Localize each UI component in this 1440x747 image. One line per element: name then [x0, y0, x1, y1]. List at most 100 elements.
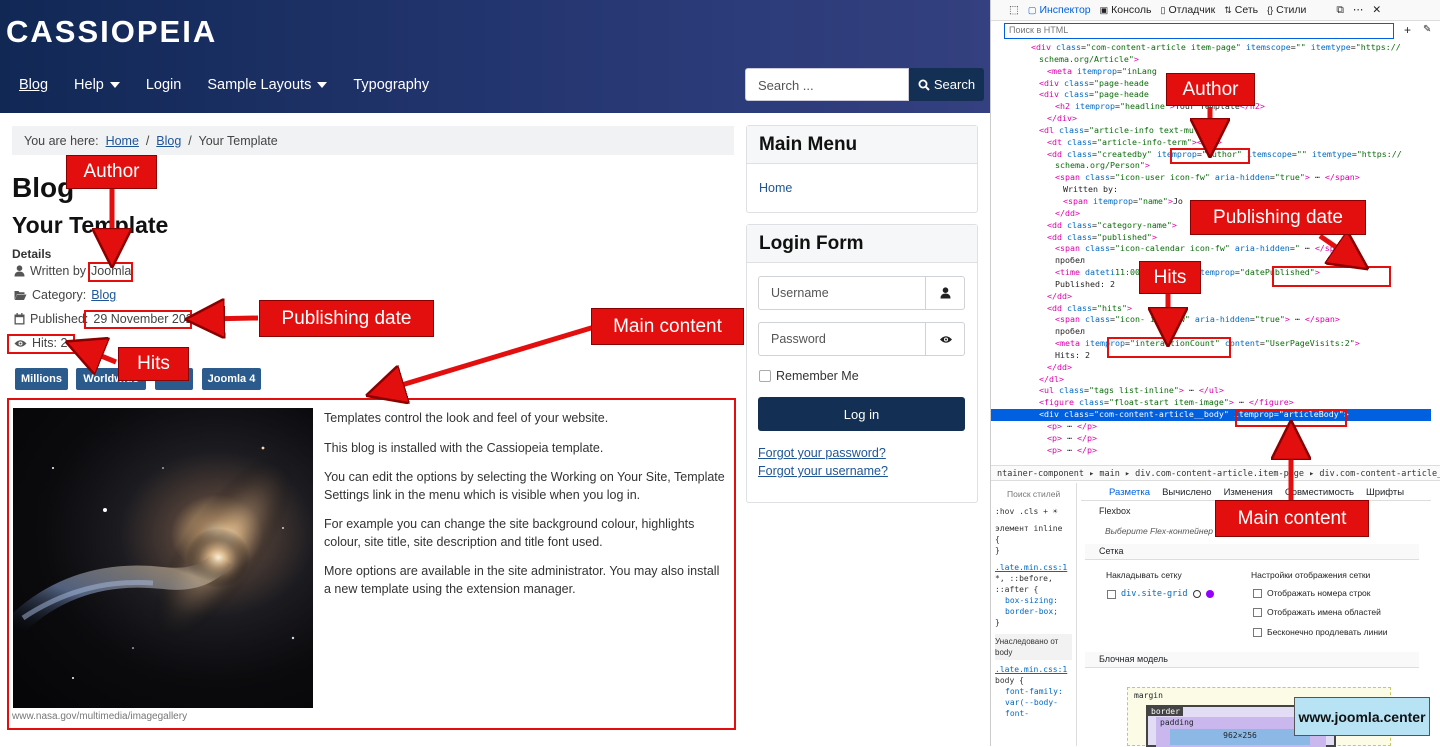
- element-picker-icon[interactable]: ⬚: [1009, 4, 1019, 16]
- html-node-line[interactable]: <span class="icon- icon-fw" aria-hidden=…: [991, 314, 1431, 326]
- show-password-button[interactable]: [925, 322, 965, 356]
- page-title: Blog: [12, 172, 75, 203]
- date-highlight: [84, 310, 192, 329]
- dom-breadcrumbs[interactable]: ntainer-component ▸ main ▸ div.com-conte…: [991, 465, 1440, 481]
- html-node-line[interactable]: <dt class="article-info-term"></dt>: [991, 137, 1431, 149]
- category-link[interactable]: Blog: [91, 288, 116, 302]
- html-node-line[interactable]: <p> ⋯ </p>: [991, 421, 1431, 433]
- target-icon[interactable]: [1192, 590, 1201, 598]
- tag-joomla-4[interactable]: Joomla 4: [202, 368, 261, 390]
- tab-debugger[interactable]: ▯ Отладчик: [1161, 4, 1216, 16]
- html-node-line[interactable]: <p> ⋯ </p>: [991, 445, 1431, 457]
- html-node-line[interactable]: <dl class="article-info text-mu: [991, 125, 1431, 137]
- eyedropper-icon[interactable]: ✎: [1423, 24, 1431, 35]
- breadcrumb-home-link[interactable]: Home: [106, 134, 139, 148]
- tab-console[interactable]: ▣ Консоль: [1100, 4, 1152, 16]
- site-header: CASSIOPEIA Blog Help Login Sample Layout…: [0, 0, 990, 113]
- forgot-password-link[interactable]: Forgot your password?: [758, 446, 886, 460]
- main-content-callout: Main content: [591, 308, 744, 345]
- html-node-line[interactable]: <span class="icon-user icon-fw" aria-hid…: [991, 172, 1431, 184]
- tab-inspector[interactable]: ▢ Инспектор: [1028, 4, 1091, 16]
- devtools-panel: ⬚ ▢ Инспектор ▣ Консоль ▯ Отладчик ⇅ Сеть {}…: [990, 0, 1440, 746]
- article-title: Your Template: [12, 212, 169, 238]
- user-icon: [14, 265, 25, 277]
- devtools-toolbar: ⬚ ▢ Инспектор ▣ Консоль ▯ Отладчик ⇅ Сеть {}…: [991, 0, 1440, 21]
- dt-body-highlight: [1235, 409, 1347, 427]
- html-node-line[interactable]: </dl>: [991, 374, 1431, 386]
- tab-changes[interactable]: Изменения: [1224, 487, 1273, 498]
- forgot-username-link[interactable]: Forgot your username?: [758, 464, 888, 478]
- tab-layout[interactable]: Разметка: [1109, 487, 1150, 498]
- more-icon[interactable]: ⋯: [1353, 4, 1364, 16]
- tab-compatibility[interactable]: Совместимость: [1285, 487, 1354, 498]
- html-node-line[interactable]: <figure class="float-start item-image"> …: [991, 397, 1431, 409]
- add-node-icon[interactable]: +: [1404, 23, 1411, 37]
- box-model-section[interactable]: Блочная модель: [1085, 652, 1419, 668]
- tab-fonts[interactable]: Шрифты: [1366, 487, 1404, 498]
- login-form-card: Login Form: [746, 224, 978, 503]
- tab-computed[interactable]: Вычислено: [1162, 487, 1212, 498]
- grid-option-row[interactable]: Отображать номера строк: [1253, 588, 1371, 598]
- folder-open-icon: [14, 290, 27, 300]
- grid-settings-label: Настройки отображения сетки: [1251, 570, 1371, 580]
- hits-callout: Hits: [118, 347, 189, 381]
- details-label: Details: [12, 247, 52, 261]
- html-node-line[interactable]: </dd>: [991, 362, 1431, 374]
- tab-network[interactable]: ⇅ Сеть: [1224, 4, 1258, 16]
- dt-publishing-date-callout: Publishing date: [1190, 200, 1366, 235]
- grid-item-row: div.site-grid: [1107, 589, 1214, 599]
- breadcrumb: You are here: Home / Blog / Your Templat…: [12, 126, 734, 155]
- category-row: Category: Blog: [14, 288, 116, 302]
- main-content-highlight: [7, 398, 736, 730]
- publishing-date-callout: Publishing date: [259, 300, 434, 337]
- menu-item-home[interactable]: Home: [759, 181, 792, 195]
- html-search-input[interactable]: Поиск в HTML: [1004, 23, 1394, 39]
- breadcrumb-blog-link[interactable]: Blog: [156, 134, 181, 148]
- remember-me-checkbox[interactable]: [759, 370, 771, 382]
- dt-hits-callout: Hits: [1139, 261, 1201, 294]
- main-menu-title: Main Menu: [747, 126, 977, 164]
- tag-millions[interactable]: Millions: [15, 368, 68, 390]
- search-input[interactable]: Search ...: [745, 68, 909, 101]
- dock-icon[interactable]: ⧉: [1336, 4, 1344, 17]
- grid-option-row[interactable]: Отображать имена областей: [1253, 607, 1381, 617]
- filter-styles-input[interactable]: Поиск стилей: [1007, 489, 1072, 500]
- grid-color-swatch[interactable]: [1205, 590, 1214, 598]
- login-button[interactable]: Log in: [758, 397, 965, 431]
- nav-item-sample-layouts[interactable]: Sample Layouts: [207, 77, 328, 93]
- grid-section[interactable]: Сетка: [1085, 544, 1419, 560]
- html-node-line[interactable]: <dd class="hits">: [991, 303, 1431, 315]
- nav-item-login[interactable]: Login: [146, 77, 181, 93]
- nav-item-blog[interactable]: Blog: [19, 77, 48, 93]
- html-node-line[interactable]: <ul class="tags list-inline"> ⋯ </ul>: [991, 385, 1431, 397]
- html-node-line[interactable]: </div>: [991, 113, 1431, 125]
- user-icon: [925, 276, 965, 310]
- dt-author-highlight: [1170, 148, 1250, 164]
- html-node-line[interactable]: <span class="icon-calendar icon-fw" aria…: [991, 243, 1431, 255]
- rules-pane: Поиск стилей :hov .cls + ☀ элемент inlin…: [991, 483, 1077, 746]
- dt-author-callout: Author: [1166, 73, 1255, 106]
- eye-icon: [939, 335, 952, 343]
- dt-hits-highlight: [1107, 337, 1231, 358]
- html-node-line[interactable]: <div class="com-content-article__body" i…: [991, 409, 1431, 421]
- site-brand[interactable]: CASSIOPEIA: [6, 14, 217, 50]
- remember-me-label: Remember Me: [776, 369, 859, 383]
- html-node-line[interactable]: <div class="com-content-article item-pag…: [991, 42, 1431, 54]
- main-menu-card: Main Menu Home: [746, 125, 978, 213]
- grid-option-row[interactable]: Бесконечно продлевать линии: [1253, 627, 1388, 637]
- tab-styles[interactable]: {} Стили: [1267, 4, 1306, 16]
- search-icon: [918, 79, 930, 91]
- html-node-line[interactable]: Written by:: [991, 184, 1431, 196]
- login-form-title: Login Form: [747, 225, 977, 263]
- nav-item-typography[interactable]: Typography: [353, 77, 429, 93]
- html-node-line[interactable]: </dd>: [991, 291, 1431, 303]
- search-button[interactable]: Search: [909, 68, 984, 101]
- grid-checkbox[interactable]: [1107, 589, 1116, 599]
- close-icon[interactable]: ✕: [1372, 4, 1381, 16]
- html-node-line[interactable]: <p> ⋯ </p>: [991, 433, 1431, 445]
- chevron-down-icon: [317, 82, 328, 88]
- author-highlight: [88, 262, 133, 282]
- chevron-down-icon: [109, 82, 120, 88]
- nav-item-help[interactable]: Help: [74, 77, 120, 93]
- html-node-line[interactable]: schema.org/Article">: [991, 54, 1431, 66]
